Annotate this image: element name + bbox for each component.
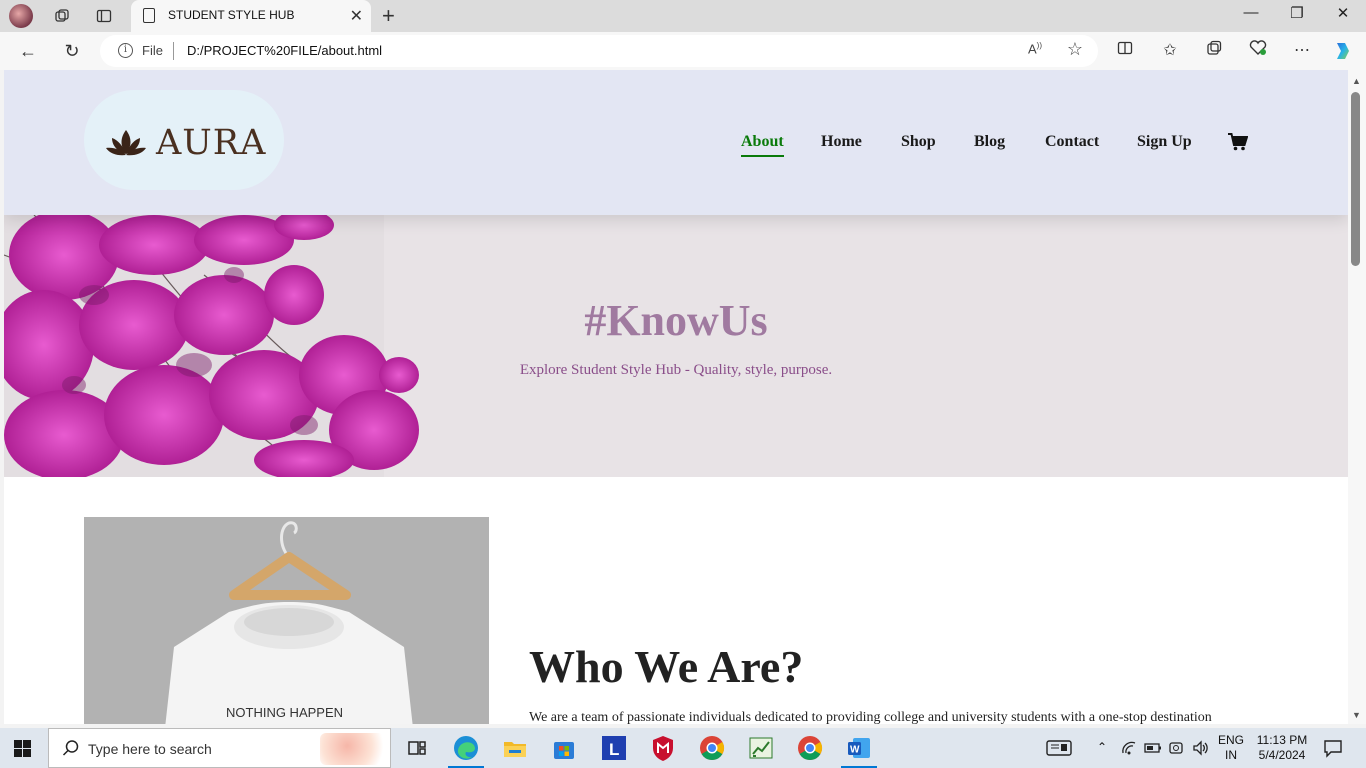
page-scrollbar[interactable]: ▲ ▼ [1348, 70, 1366, 724]
page-viewport: AURA About Home Shop Blog Contact Sign U… [4, 70, 1348, 724]
favorite-star-icon[interactable]: ☆ [1067, 39, 1083, 60]
meet-now-icon[interactable] [1168, 740, 1184, 759]
scroll-down-icon[interactable]: ▼ [1352, 710, 1361, 720]
nav-home[interactable]: Home [821, 133, 862, 151]
tshirt-on-hanger-image: NOTHING HAPPEN [84, 517, 489, 724]
hero-heading: #KnowUs [584, 296, 768, 345]
taskbar: Type here to search L W ⌃ ENG IN 11:13 P… [0, 728, 1366, 768]
windows-start-icon[interactable] [14, 740, 31, 757]
mcafee-icon[interactable] [649, 734, 677, 762]
url-text[interactable]: D:/PROJECT%20FILE/about.html [187, 43, 382, 58]
svg-text:W: W [850, 745, 860, 756]
microsoft-store-icon[interactable] [550, 734, 578, 762]
chart-app-icon[interactable] [747, 734, 775, 762]
scrollbar-thumb[interactable] [1351, 92, 1360, 266]
site-logo[interactable]: AURA [84, 90, 284, 190]
settings-more-icon[interactable]: ⋯ [1290, 40, 1314, 60]
region-code: IN [1225, 748, 1237, 762]
active-tab[interactable]: STUDENT STYLE HUB ✕ [131, 0, 371, 32]
search-highlight-image [320, 733, 388, 765]
about-image: NOTHING HAPPEN [84, 517, 489, 724]
address-divider [173, 42, 174, 60]
refresh-button[interactable]: ↻ [60, 39, 84, 63]
about-heading: Who We Are? [529, 641, 804, 692]
lotus-icon [106, 130, 146, 156]
new-tab-button[interactable]: + [382, 3, 395, 29]
tab-bar: STUDENT STYLE HUB ✕ + — ❐ ✕ [0, 0, 1366, 32]
nav-shop[interactable]: Shop [901, 133, 936, 151]
nav-contact[interactable]: Contact [1045, 133, 1099, 151]
taskbar-search[interactable]: Type here to search [48, 728, 391, 768]
svg-text:L: L [609, 740, 619, 759]
word-app-icon[interactable]: W [841, 734, 877, 768]
restore-button[interactable]: ❐ [1274, 4, 1320, 22]
cart-icon[interactable] [1228, 133, 1249, 156]
scroll-up-icon[interactable]: ▲ [1352, 76, 1361, 86]
close-window-button[interactable]: ✕ [1320, 4, 1366, 22]
address-bar[interactable]: i File D:/PROJECT%20FILE/about.html A)) … [100, 35, 1098, 67]
network-icon[interactable] [1121, 740, 1137, 759]
info-icon[interactable]: i [118, 43, 133, 58]
chrome-profile-icon[interactable] [796, 734, 824, 762]
logo-wordmark: AURA [156, 123, 267, 163]
nav-about[interactable]: About [741, 133, 784, 157]
close-tab-icon[interactable]: ✕ [350, 6, 363, 26]
volume-icon[interactable] [1192, 740, 1210, 759]
chrome-icon[interactable] [698, 734, 726, 762]
clock[interactable]: 11:13 PM 5/4/2024 [1254, 733, 1310, 763]
task-view-icon[interactable] [403, 734, 431, 762]
back-button[interactable]: ← [16, 39, 40, 63]
favorites-icon[interactable]: ✩ [1158, 40, 1182, 60]
search-placeholder: Type here to search [88, 741, 212, 757]
about-paragraph: We are a team of passionate individuals … [529, 710, 1212, 724]
vertical-tabs-icon[interactable] [92, 4, 116, 28]
nav-blog[interactable]: Blog [974, 133, 1005, 151]
battery-icon[interactable] [1144, 740, 1162, 759]
news-widget-icon[interactable] [1046, 738, 1072, 761]
split-screen-icon[interactable] [1113, 40, 1137, 61]
address-scheme-label: File [142, 43, 163, 58]
browser-essentials-icon[interactable] [1246, 40, 1270, 61]
minimize-button[interactable]: — [1228, 4, 1274, 21]
site-header: AURA About Home Shop Blog Contact Sign U… [4, 70, 1348, 215]
collections-icon[interactable] [1202, 40, 1226, 61]
show-hidden-icons-chevron[interactable]: ⌃ [1097, 740, 1107, 754]
workspaces-icon[interactable] [50, 4, 74, 28]
notifications-icon[interactable] [1323, 738, 1343, 761]
search-icon [62, 740, 79, 756]
bougainvillea-image [4, 215, 1348, 477]
tab-title: STUDENT STYLE HUB [168, 8, 295, 22]
edge-app-icon[interactable] [448, 734, 484, 768]
read-aloud-icon[interactable]: A)) [1028, 41, 1042, 56]
copilot-icon[interactable] [1331, 40, 1355, 67]
l-app-icon[interactable]: L [600, 734, 628, 762]
file-explorer-icon[interactable] [501, 734, 529, 762]
tshirt-print-text: NOTHING HAPPEN [226, 705, 343, 720]
language-indicator[interactable]: ENG IN [1218, 733, 1244, 763]
address-toolbar: ← ↻ i File D:/PROJECT%20FILE/about.html … [0, 32, 1366, 70]
nav-sign-up[interactable]: Sign Up [1137, 133, 1192, 151]
clock-time: 11:13 PM [1256, 733, 1308, 747]
language-code: ENG [1218, 733, 1245, 747]
profile-avatar[interactable] [9, 4, 33, 28]
hero-banner: #KnowUs Explore Student Style Hub - Qual… [4, 215, 1348, 477]
clock-date: 5/4/2024 [1258, 748, 1306, 762]
hero-subheading: Explore Student Style Hub - Quality, sty… [519, 362, 833, 378]
page-icon [143, 8, 155, 23]
